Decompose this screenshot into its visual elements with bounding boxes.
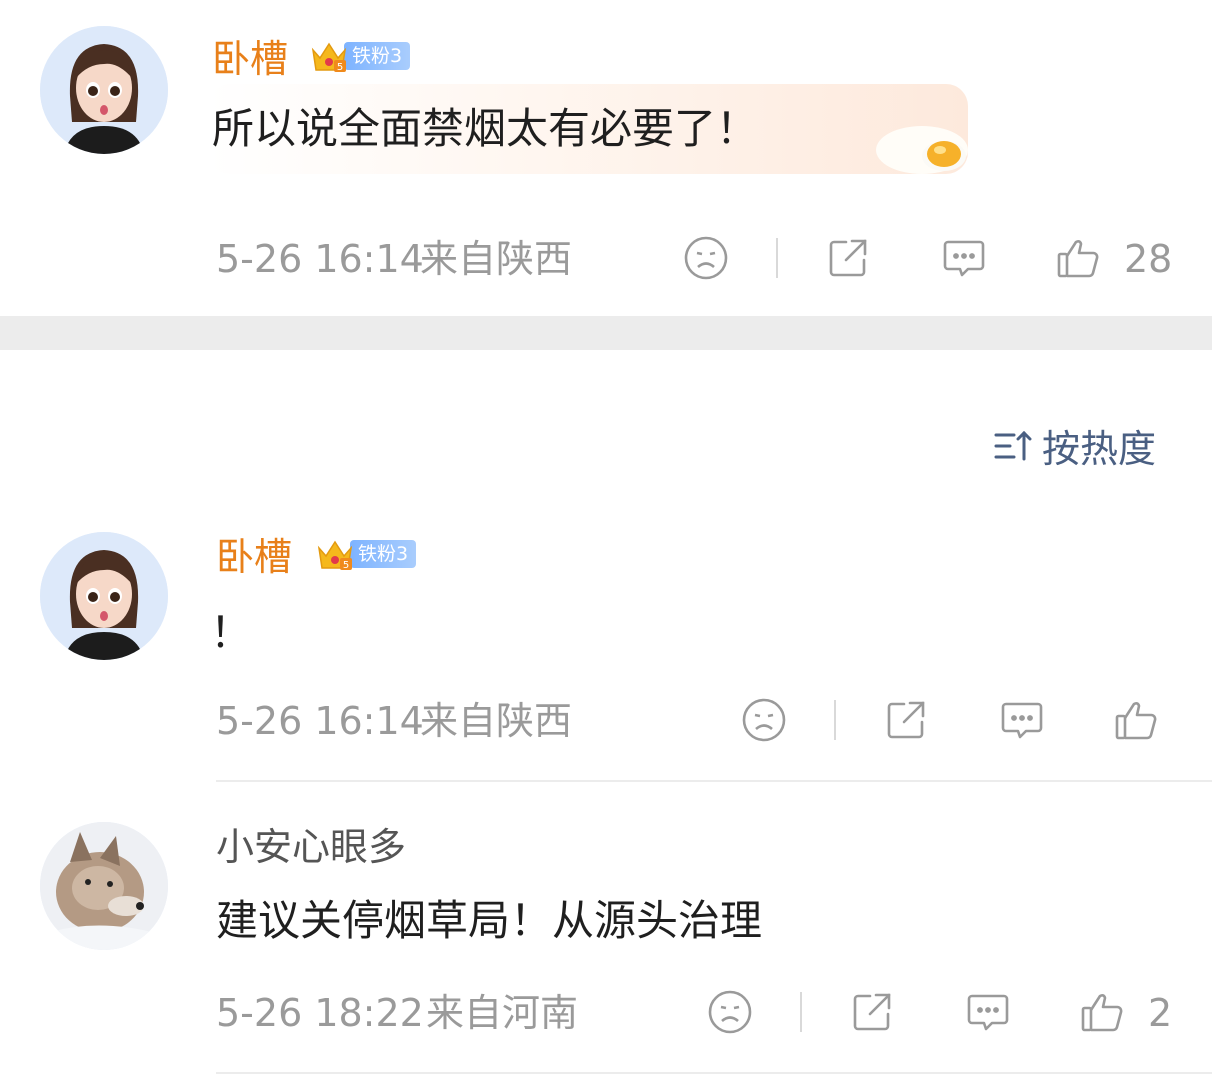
avatar[interactable] <box>40 532 168 660</box>
username[interactable]: 卧槽 <box>216 538 292 576</box>
like-thumb-icon[interactable] <box>1078 988 1126 1036</box>
username[interactable]: 卧槽 <box>212 40 288 78</box>
sort-icon <box>994 430 1032 460</box>
badge-label: 铁粉3 <box>344 42 411 70</box>
comment-location: 来自陕西 <box>420 237 573 281</box>
fan-badge[interactable]: 5 铁粉3 <box>310 42 411 73</box>
svg-text:5: 5 <box>343 560 349 571</box>
section-gap <box>0 316 1212 350</box>
share-icon[interactable] <box>882 696 930 744</box>
like-count: 2 <box>1148 991 1173 1035</box>
sort-button[interactable]: 按热度 <box>992 418 1156 473</box>
comment-icon[interactable] <box>940 234 988 282</box>
separator <box>800 992 802 1032</box>
egg-decoration-icon <box>876 126 968 174</box>
svg-text:5: 5 <box>337 62 343 73</box>
divider <box>216 1072 1212 1074</box>
dislike-face-icon[interactable] <box>706 988 754 1036</box>
comment-location: 来自河南 <box>426 991 579 1035</box>
like-thumb-icon[interactable] <box>1054 234 1102 282</box>
sort-label: 按热度 <box>1042 427 1157 471</box>
crown-icon: 5 <box>311 42 347 73</box>
separator <box>834 700 836 740</box>
like-count: 28 <box>1124 237 1173 281</box>
share-icon[interactable] <box>824 234 872 282</box>
comment-text: 建议关停烟草局！从源头治理 <box>216 896 763 945</box>
comment-location: 来自陕西 <box>420 699 573 743</box>
comment-time: 5-26 16:14 <box>216 699 424 743</box>
dislike-face-icon[interactable] <box>740 696 788 744</box>
comment-icon[interactable] <box>964 988 1012 1036</box>
crown-icon: 5 <box>317 540 353 571</box>
share-icon[interactable] <box>848 988 896 1036</box>
badge-label: 铁粉3 <box>350 540 417 568</box>
divider <box>216 780 1212 782</box>
comment-text: 所以说全面禁烟太有必要了！ <box>212 104 759 153</box>
separator <box>776 238 778 278</box>
avatar[interactable] <box>40 822 168 950</box>
comment-text: ！ <box>210 608 253 657</box>
comment-time: 5-26 16:14 <box>216 237 424 281</box>
username[interactable]: 小安心眼多 <box>216 828 406 866</box>
comment-icon[interactable] <box>998 696 1046 744</box>
comment-time: 5-26 18:22 <box>216 991 424 1035</box>
like-thumb-icon[interactable] <box>1112 696 1160 744</box>
fan-badge[interactable]: 5 铁粉3 <box>316 540 417 571</box>
dislike-face-icon[interactable] <box>682 234 730 282</box>
avatar[interactable] <box>40 26 168 154</box>
